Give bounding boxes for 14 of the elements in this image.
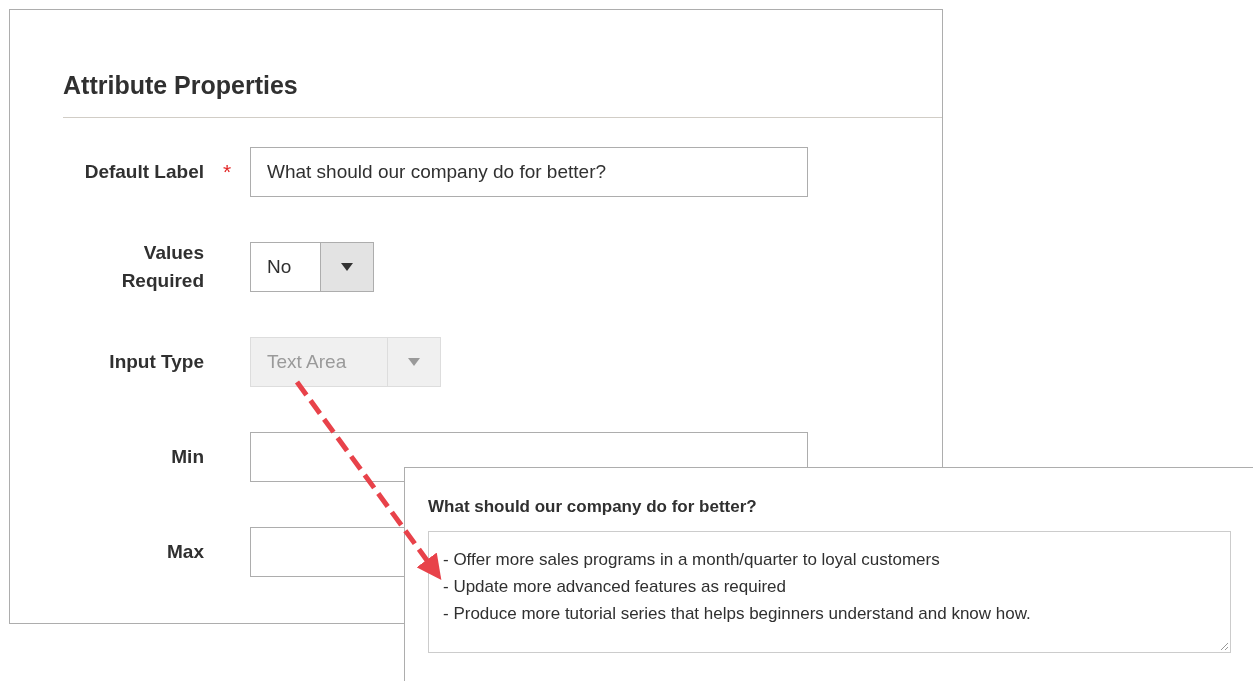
field-label: Min [171, 445, 204, 469]
field-label: Values Required [120, 241, 204, 293]
field-label: Default Label [84, 160, 204, 184]
text-input[interactable]: What should our company do for better? [250, 147, 808, 197]
question-label: What should our company do for better? [428, 497, 758, 517]
caret-icon [408, 358, 420, 366]
caret-icon [341, 263, 353, 271]
field-label: Max [167, 540, 204, 564]
field-label: Input Type [109, 350, 204, 374]
resize-handle-icon[interactable] [1220, 642, 1228, 650]
required-asterisk: * [222, 160, 232, 184]
select-dropdown[interactable]: No [250, 242, 374, 292]
section-title: Attribute Properties [63, 70, 299, 100]
answer-textarea[interactable]: - Offer more sales programs in a month/quarter to loyal customers - Update more advanced features as required - Produce more tutorial series that helps beginners understand and know how. [428, 531, 1231, 653]
